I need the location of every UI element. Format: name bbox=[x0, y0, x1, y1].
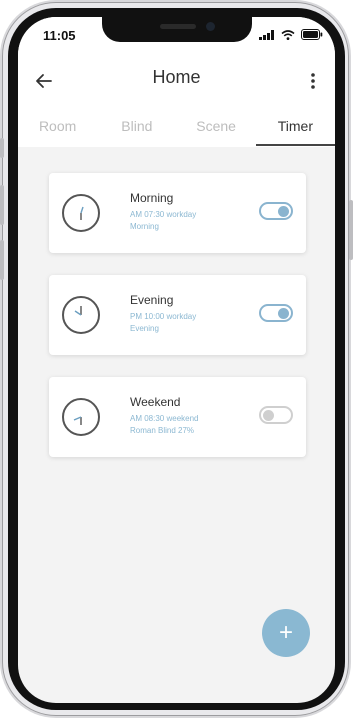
timer-card-weekend[interactable]: Weekend AM 08:30 weekend Roman Blind 27% bbox=[49, 377, 306, 457]
battery-icon bbox=[301, 29, 323, 40]
toggle-knob bbox=[278, 206, 289, 217]
notch bbox=[102, 17, 252, 42]
timer-toggle[interactable] bbox=[259, 406, 293, 424]
timer-card-evening[interactable]: Evening PM 10:00 workday Evening bbox=[49, 275, 306, 355]
timer-toggle[interactable] bbox=[259, 202, 293, 220]
front-camera bbox=[206, 22, 215, 31]
status-icons bbox=[259, 29, 323, 40]
tab-blind[interactable]: Blind bbox=[97, 115, 176, 147]
page-title: Home bbox=[152, 67, 201, 87]
volume-up-button bbox=[0, 185, 4, 225]
more-vert-icon bbox=[311, 73, 315, 89]
timer-toggle[interactable] bbox=[259, 304, 293, 322]
timer-target: Morning bbox=[130, 222, 159, 231]
timer-target: Roman Blind 27% bbox=[130, 426, 195, 435]
timer-schedule: AM 07:30 workday bbox=[130, 210, 197, 219]
tab-timer[interactable]: Timer bbox=[255, 115, 335, 147]
add-timer-button[interactable]: + bbox=[262, 609, 310, 657]
speaker bbox=[160, 24, 196, 29]
status-time: 11:05 bbox=[43, 28, 76, 43]
tab-bar: Room Blind Scene Timer bbox=[18, 115, 335, 147]
clock-icon bbox=[62, 398, 100, 436]
timer-name: Evening bbox=[130, 293, 174, 307]
tab-room[interactable]: Room bbox=[18, 115, 97, 147]
silent-switch bbox=[0, 138, 4, 158]
timer-name: Weekend bbox=[130, 395, 181, 409]
power-button bbox=[349, 200, 353, 260]
more-options-button[interactable] bbox=[301, 69, 325, 93]
timer-card-morning[interactable]: Morning AM 07:30 workday Morning bbox=[49, 173, 306, 253]
tab-scene[interactable]: Scene bbox=[177, 115, 256, 147]
volume-down-button bbox=[0, 240, 4, 280]
clock-icon bbox=[62, 194, 100, 232]
wifi-icon bbox=[281, 29, 295, 40]
timer-target: Evening bbox=[130, 324, 159, 333]
signal-icon bbox=[259, 29, 274, 40]
timer-schedule: PM 10:00 workday bbox=[130, 312, 197, 321]
screen: 11:05 Home Room Blind Scene Timer Mornin… bbox=[18, 17, 335, 703]
toggle-knob bbox=[278, 308, 289, 319]
timer-schedule: AM 08:30 weekend bbox=[130, 414, 199, 423]
toggle-knob bbox=[263, 410, 274, 421]
clock-icon bbox=[62, 296, 100, 334]
timer-name: Morning bbox=[130, 191, 174, 205]
